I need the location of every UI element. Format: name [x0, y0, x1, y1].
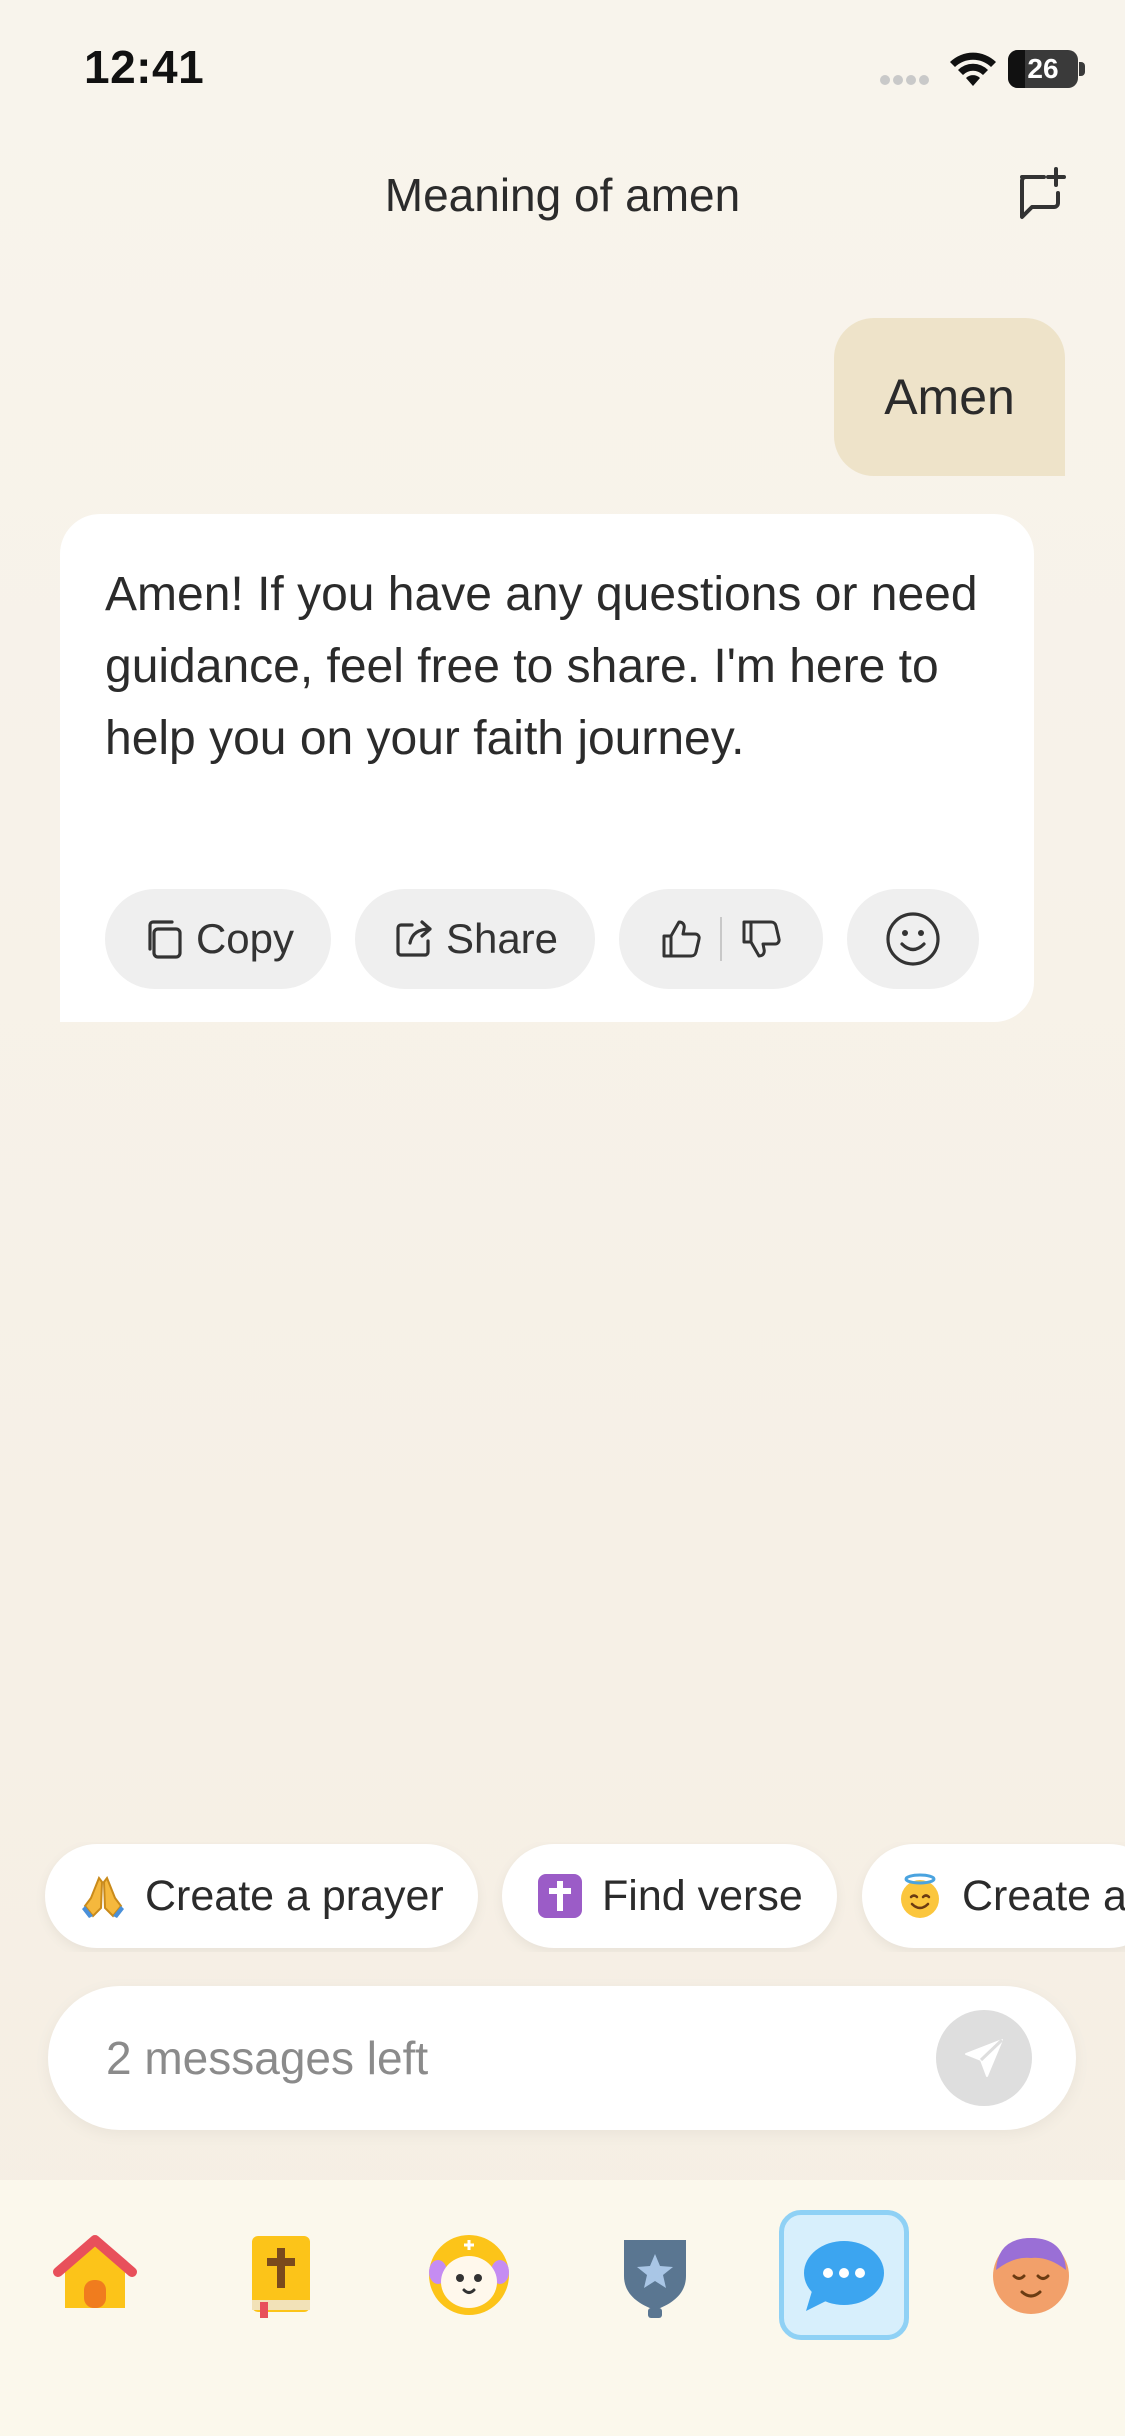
suggestion-find-verse[interactable]: Find verse [502, 1844, 837, 1948]
praying-hands-icon [79, 1872, 127, 1920]
suggestion-create-prayer[interactable]: Create a prayer [45, 1844, 478, 1948]
tab-bible[interactable] [216, 2210, 346, 2340]
halo-face-icon [896, 1872, 944, 1920]
lamb-icon [429, 2235, 509, 2315]
suggestion-create[interactable]: Create a [862, 1844, 1125, 1948]
copy-icon [148, 920, 182, 959]
feedback-buttons [619, 889, 823, 989]
tab-chat[interactable] [779, 2210, 909, 2340]
badge-icon [624, 2240, 686, 2318]
share-icon [396, 920, 432, 957]
bible-icon [252, 2236, 310, 2318]
copy-button[interactable]: Copy [105, 889, 331, 989]
suggestion-row: Create a prayer Find verse Create a [0, 1842, 1125, 1952]
thumbs-up-icon[interactable] [658, 916, 704, 962]
battery-icon: 26 [1008, 50, 1078, 88]
copy-label: Copy [195, 915, 295, 962]
wifi-icon [948, 50, 998, 93]
share-button[interactable]: Share [355, 889, 595, 989]
user-message-bubble: Amen [834, 318, 1065, 476]
tab-home[interactable] [30, 2210, 160, 2340]
assistant-message-text: Amen! If you have any questions or need … [105, 568, 978, 765]
share-label: Share [445, 915, 559, 962]
tab-bar [0, 2180, 1125, 2436]
suggestion-label: Find verse [602, 1871, 803, 1920]
send-button[interactable] [936, 2010, 1032, 2106]
status-time: 12:41 [84, 41, 205, 93]
profile-icon [993, 2238, 1069, 2314]
send-icon [965, 2038, 1004, 2077]
react-button[interactable] [847, 889, 979, 989]
page-title: Meaning of amen [384, 169, 741, 221]
tab-lamb[interactable] [404, 2210, 534, 2340]
message-composer [48, 1986, 1076, 2130]
cross-icon [536, 1872, 584, 1920]
feedback-divider [720, 917, 722, 961]
status-bar: 12:41 26 [0, 0, 1125, 140]
assistant-message-bubble: Amen! If you have any questions or need … [60, 514, 1034, 1022]
new-chat-icon [1020, 167, 1066, 219]
new-chat-button[interactable] [1010, 165, 1070, 225]
tab-badge[interactable] [590, 2210, 720, 2340]
home-icon [53, 2235, 137, 2308]
thumbs-down-icon[interactable] [738, 916, 784, 962]
battery-tip [1079, 62, 1085, 76]
signal-icon [880, 72, 932, 90]
message-input[interactable] [106, 1986, 926, 2130]
chat-icon [804, 2241, 884, 2311]
suggestion-label: Create a prayer [145, 1871, 444, 1920]
tab-profile[interactable] [966, 2210, 1096, 2340]
user-message-text: Amen [884, 369, 1015, 425]
smiley-icon [886, 912, 940, 966]
battery-level: 26 [1027, 53, 1059, 84]
suggestion-label: Create a [962, 1871, 1125, 1920]
